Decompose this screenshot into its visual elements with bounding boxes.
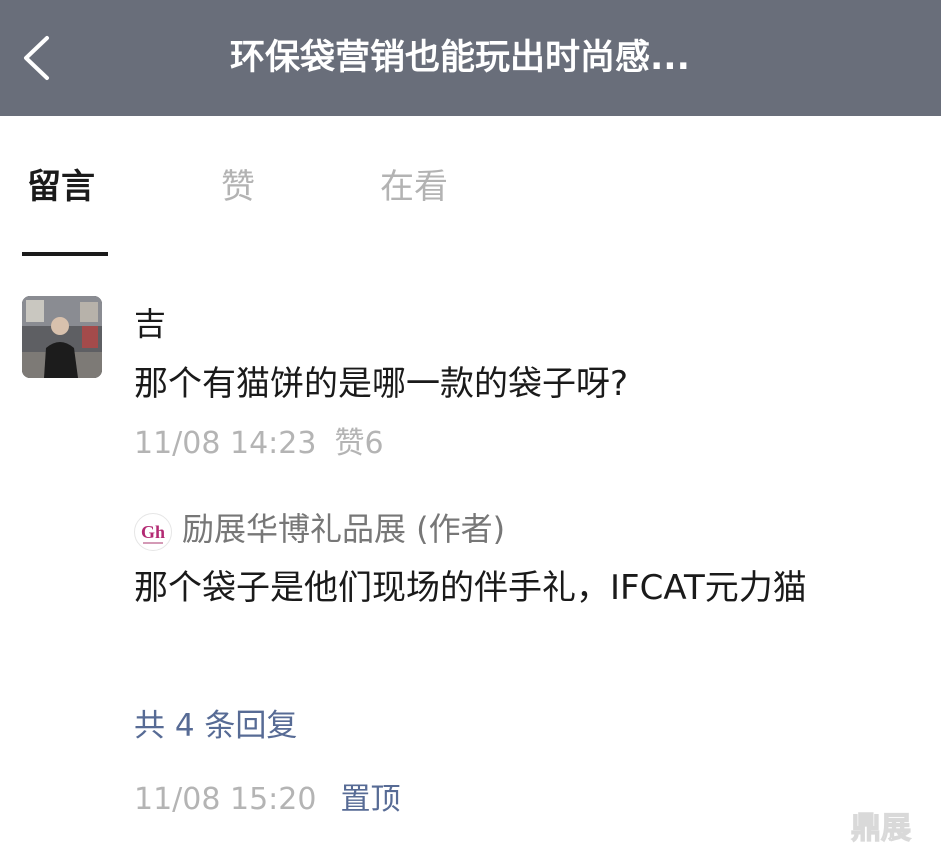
top-bar: 环保袋营销也能玩出时尚感... (0, 0, 941, 116)
user-photo-icon (22, 296, 102, 378)
comments-page: 环保袋营销也能玩出时尚感... 留言 赞 在看 吉 那个有猫饼的是哪一款的袋子呀… (0, 0, 941, 860)
reply-text: 那个袋子是他们现场的伴手礼，IFCAT元力猫 (134, 568, 807, 608)
tab-bar: 留言 赞 在看 (0, 116, 941, 258)
comment-meta: 11/08 14:23 赞6 (134, 424, 384, 464)
svg-text:Gh: Gh (141, 522, 165, 542)
reply-time: 11/08 15:20 (134, 782, 317, 817)
active-tab-indicator (22, 252, 108, 256)
svg-text:鼎展: 鼎展 (851, 811, 911, 846)
like-button[interactable]: 赞6 (334, 426, 383, 461)
watermark-logo: 鼎展 (835, 808, 927, 846)
author-logo: Gh (134, 513, 172, 551)
reply-meta: 11/08 15:20 置顶 (134, 780, 400, 820)
pin-button[interactable]: 置顶 (340, 782, 400, 817)
author-name: 励展华博礼品展 (作者) (182, 510, 506, 548)
commenter-name: 吉 (134, 305, 167, 343)
brand-logo-icon: Gh (141, 522, 165, 544)
tab-comments[interactable]: 留言 (27, 166, 95, 208)
page-title: 环保袋营销也能玩出时尚感... (230, 38, 690, 78)
tab-watching[interactable]: 在看 (380, 166, 448, 208)
watermark-icon: 鼎展 (850, 810, 911, 846)
tab-likes[interactable]: 赞 (221, 166, 255, 208)
comment-text: 那个有猫饼的是哪一款的袋子呀? (134, 364, 629, 404)
chevron-left-icon (24, 36, 49, 80)
avatar[interactable] (22, 296, 102, 378)
view-replies-link[interactable]: 共 4 条回复 (134, 706, 297, 746)
comment-time: 11/08 14:23 (134, 426, 317, 461)
back-button[interactable] (8, 26, 64, 90)
